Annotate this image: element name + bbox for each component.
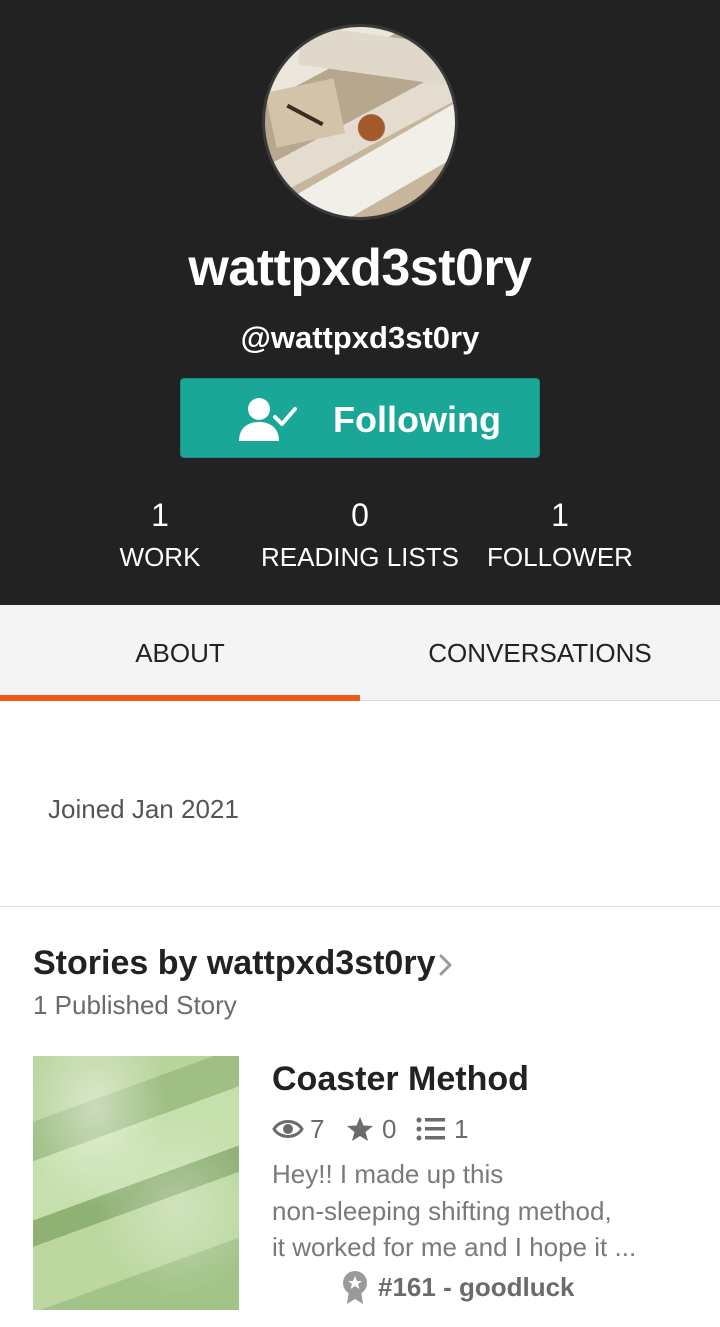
tab-conversations[interactable]: CONVERSATIONS [360,605,720,701]
ribbon-badge-icon [343,1271,367,1304]
stat-followers[interactable]: 1 FOLLOWER [440,496,680,574]
profile-tabs: ABOUT CONVERSATIONS [0,605,720,701]
user-check-icon [239,398,297,441]
star-icon [347,1117,373,1141]
profile-handle: @wattpxd3st0ry [240,320,480,355]
story-votes-count: 0 [382,1114,397,1144]
following-button[interactable]: Following [180,378,540,458]
story-description[interactable]: Hey!! I made up this non-sleeping shifti… [272,1156,652,1266]
following-button-label: Following [333,399,501,440]
profile-avatar[interactable] [262,24,458,220]
profile-header: wattpxd3st0ry @wattpxd3st0ry Following 1… [0,0,720,605]
story-cover-image[interactable] [33,1056,239,1310]
story-title[interactable]: Coaster Method [272,1060,529,1099]
story-description-line: Hey!! I made up this [272,1159,504,1189]
profile-display-name: wattpxd3st0ry [188,239,532,297]
story-description-line: it worked for me and I hope it ... [272,1232,637,1262]
story-description-line: non-sleeping shifting method, [272,1195,612,1226]
story-reads-count: 7 [310,1114,325,1144]
story-rank-label: #161 - goodluck [378,1272,575,1302]
stat-followers-label: FOLLOWER [487,542,633,572]
eye-icon [272,1120,304,1138]
published-story-count: 1 Published Story [33,990,237,1020]
active-tab-indicator [0,695,360,701]
chevron-right-icon[interactable] [436,950,456,980]
story-parts-count: 1 [454,1114,469,1144]
list-icon [416,1117,445,1141]
tab-about[interactable]: ABOUT [0,605,360,701]
section-divider [0,906,720,907]
stories-section-title[interactable]: Stories by wattpxd3st0ry [33,944,435,983]
joined-date: Joined Jan 2021 [48,794,239,824]
stat-followers-value: 1 [551,497,569,533]
